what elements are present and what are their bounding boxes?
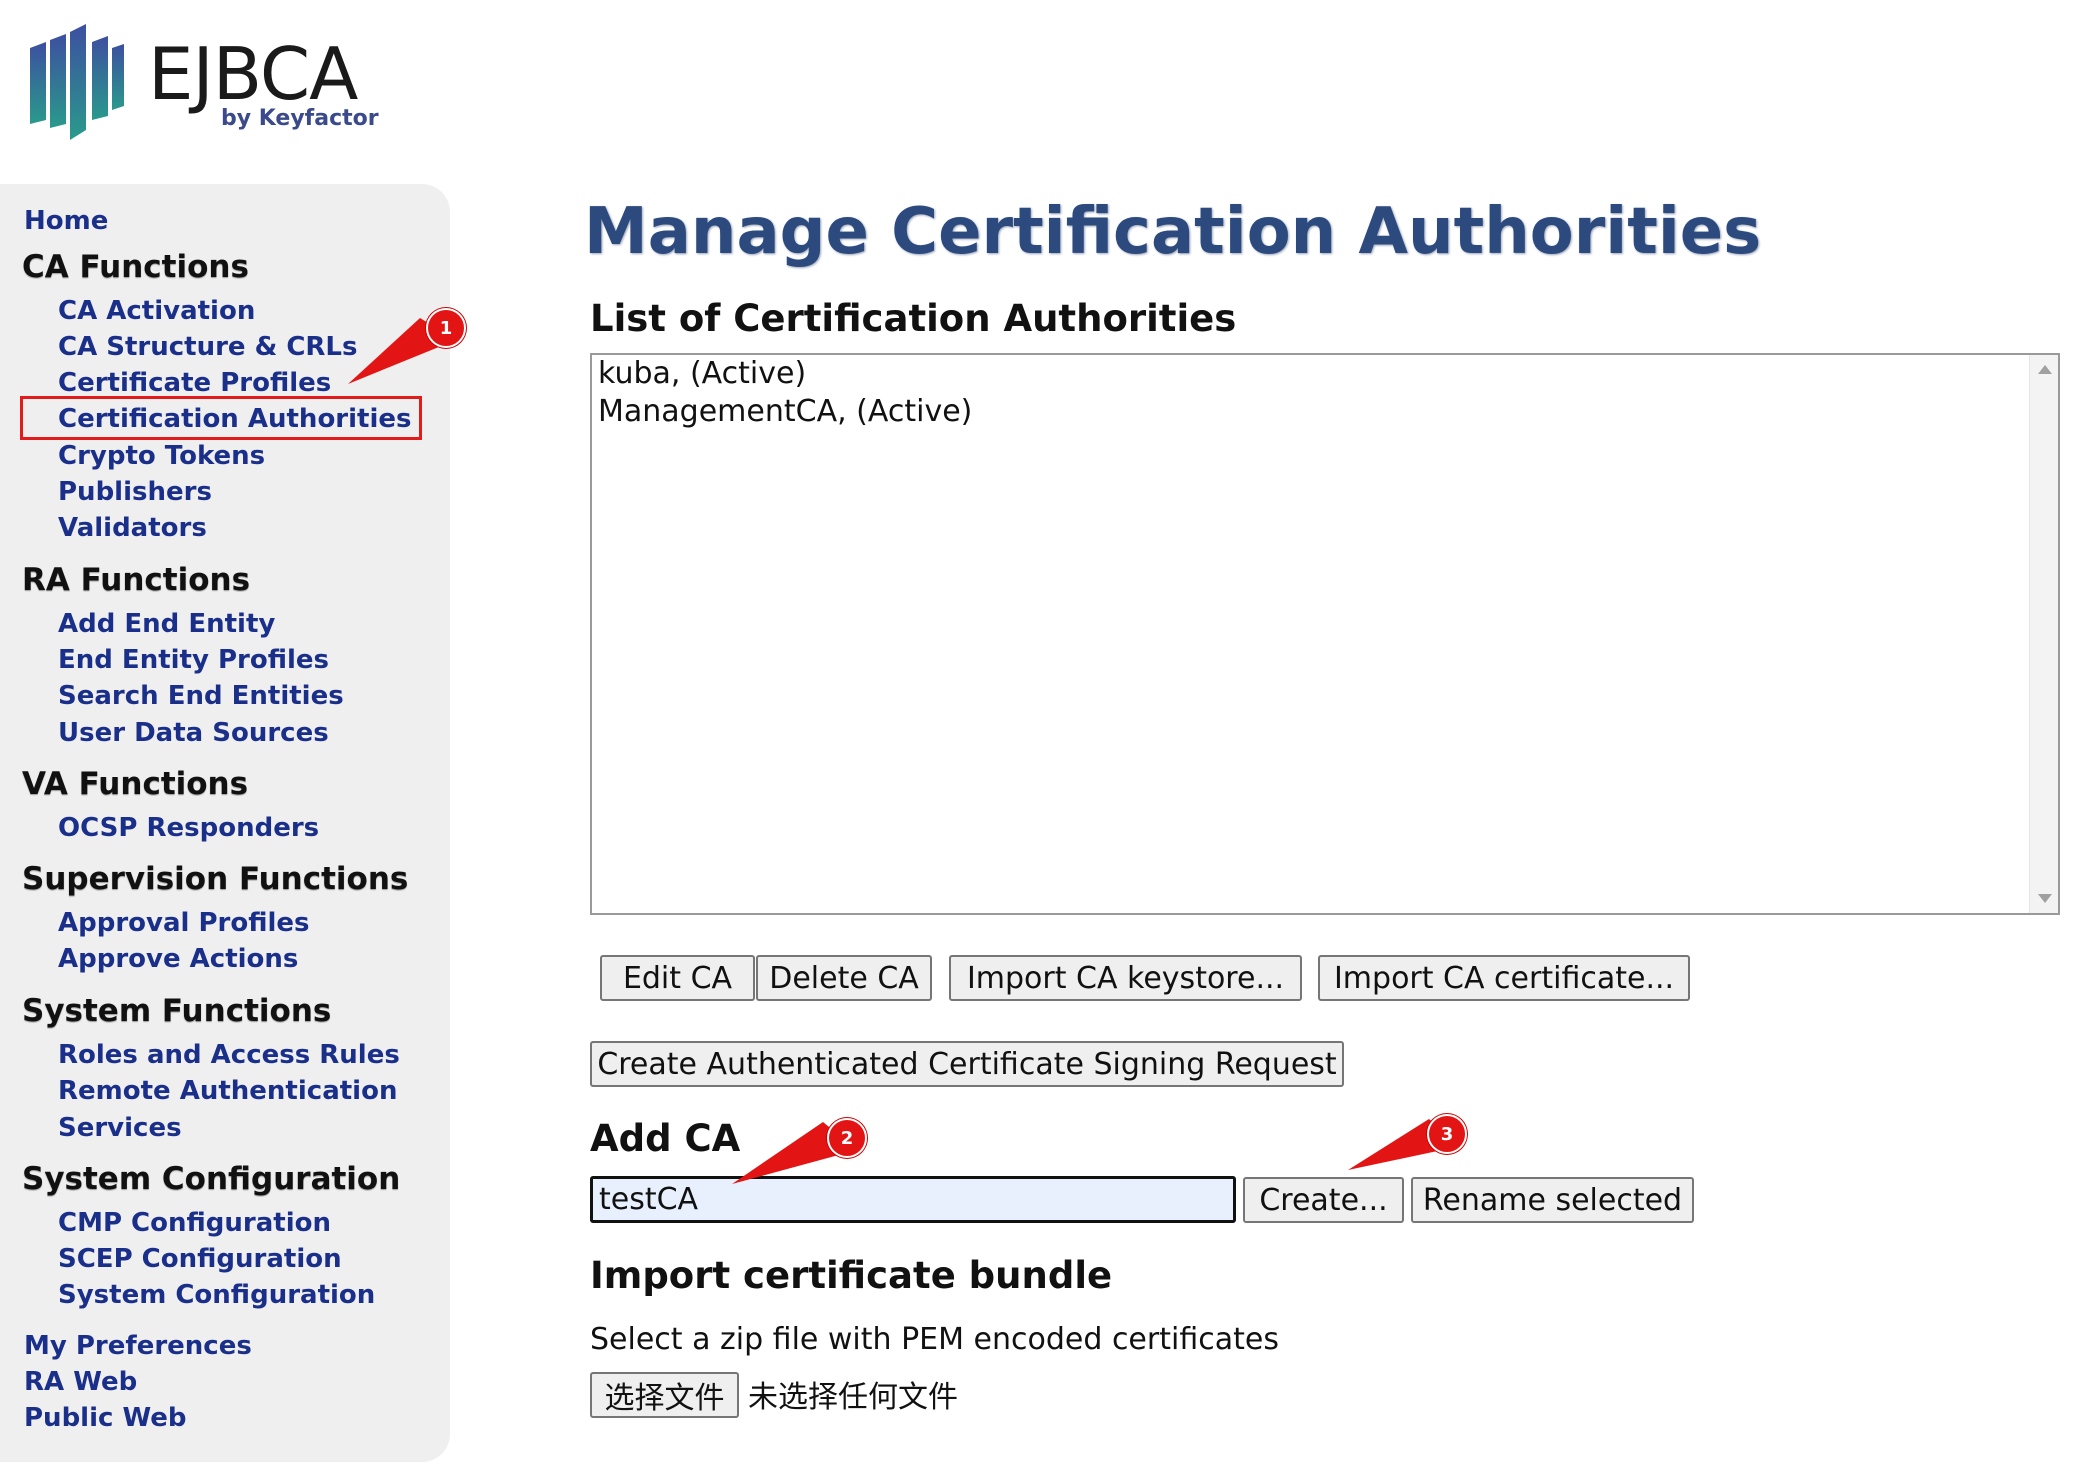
scroll-down-arrow-icon[interactable] [2038, 894, 2052, 903]
sidebar-item-ocsp-responders[interactable]: OCSP Responders [58, 815, 319, 841]
ca-name-input[interactable] [590, 1176, 1236, 1223]
import-bundle-description: Select a zip file with PEM encoded certi… [590, 1322, 1279, 1357]
sidebar-section-supervision-functions: Supervision Functions [22, 861, 409, 897]
annotation-badge-3: 3 [1427, 1114, 1467, 1154]
add-ca-heading: Add CA [590, 1117, 741, 1160]
annotation-badge-1: 1 [426, 308, 466, 348]
sidebar-item-search-end-entities[interactable]: Search End Entities [58, 683, 344, 709]
sidebar-item-approve-actions[interactable]: Approve Actions [58, 946, 298, 972]
sidebar-section-system-configuration: System Configuration [22, 1161, 401, 1197]
edit-ca-button[interactable]: Edit CA [600, 955, 755, 1001]
ca-list-heading: List of Certification Authorities [590, 297, 1237, 340]
create-csr-button[interactable]: Create Authenticated Certificate Signing… [590, 1041, 1344, 1087]
create-ca-button[interactable]: Create... [1243, 1177, 1404, 1223]
sidebar-item-certificate-profiles[interactable]: Certificate Profiles [58, 370, 331, 396]
import-bundle-heading: Import certificate bundle [590, 1254, 1113, 1297]
ejbca-logo-icon [30, 24, 124, 140]
ca-list-item[interactable]: ManagementCA, (Active) [598, 397, 972, 427]
sidebar-item-scep-configuration[interactable]: SCEP Configuration [58, 1246, 342, 1272]
ca-listbox[interactable]: kuba, (Active) ManagementCA, (Active) [590, 353, 2060, 915]
page-title: Manage Certification Authorities [584, 195, 1762, 269]
sidebar-item-home[interactable]: Home [24, 208, 108, 234]
sidebar-item-ca-activation[interactable]: CA Activation [58, 298, 255, 324]
rename-selected-button[interactable]: Rename selected [1411, 1177, 1694, 1223]
sidebar-item-end-entity-profiles[interactable]: End Entity Profiles [58, 647, 329, 673]
logo-byline: by Keyfactor [221, 106, 379, 131]
sidebar-item-roles-access-rules[interactable]: Roles and Access Rules [58, 1042, 400, 1068]
logo-wordmark: EJBCA [148, 32, 358, 116]
delete-ca-button[interactable]: Delete CA [756, 955, 932, 1001]
sidebar-item-ra-web[interactable]: RA Web [24, 1369, 137, 1395]
sidebar-item-cmp-configuration[interactable]: CMP Configuration [58, 1210, 331, 1236]
import-ca-keystore-button[interactable]: Import CA keystore... [949, 955, 1302, 1001]
sidebar-item-public-web[interactable]: Public Web [24, 1405, 186, 1431]
sidebar-section-ra-functions: RA Functions [22, 562, 251, 598]
sidebar-item-system-configuration[interactable]: System Configuration [58, 1282, 375, 1308]
scroll-up-arrow-icon[interactable] [2038, 365, 2052, 374]
sidebar-item-crypto-tokens[interactable]: Crypto Tokens [58, 443, 265, 469]
ejbca-logo: EJBCA by Keyfactor [28, 20, 379, 140]
sidebar-section-ca-functions: CA Functions [22, 249, 249, 285]
choose-file-button[interactable]: 选择文件 [590, 1372, 739, 1418]
sidebar-item-services[interactable]: Services [58, 1115, 182, 1141]
annotation-badge-2: 2 [827, 1118, 867, 1158]
ca-list-scrollbar[interactable] [2029, 355, 2058, 913]
sidebar-item-publishers[interactable]: Publishers [58, 479, 212, 505]
sidebar-item-remote-authentication[interactable]: Remote Authentication [58, 1078, 397, 1104]
sidebar-item-add-end-entity[interactable]: Add End Entity [58, 611, 275, 637]
import-ca-certificate-button[interactable]: Import CA certificate... [1318, 955, 1690, 1001]
sidebar-item-validators[interactable]: Validators [58, 515, 207, 541]
sidebar-section-system-functions: System Functions [22, 993, 332, 1029]
sidebar-item-my-preferences[interactable]: My Preferences [24, 1333, 252, 1359]
sidebar-item-approval-profiles[interactable]: Approval Profiles [58, 910, 310, 936]
sidebar-item-ca-structure-crls[interactable]: CA Structure & CRLs [58, 334, 357, 360]
sidebar-section-va-functions: VA Functions [22, 766, 249, 802]
ca-list-item[interactable]: kuba, (Active) [598, 359, 806, 389]
no-file-selected-text: 未选择任何文件 [748, 1380, 958, 1415]
sidebar-item-user-data-sources[interactable]: User Data Sources [58, 720, 329, 746]
sidebar-item-certification-authorities[interactable]: Certification Authorities [58, 406, 412, 432]
